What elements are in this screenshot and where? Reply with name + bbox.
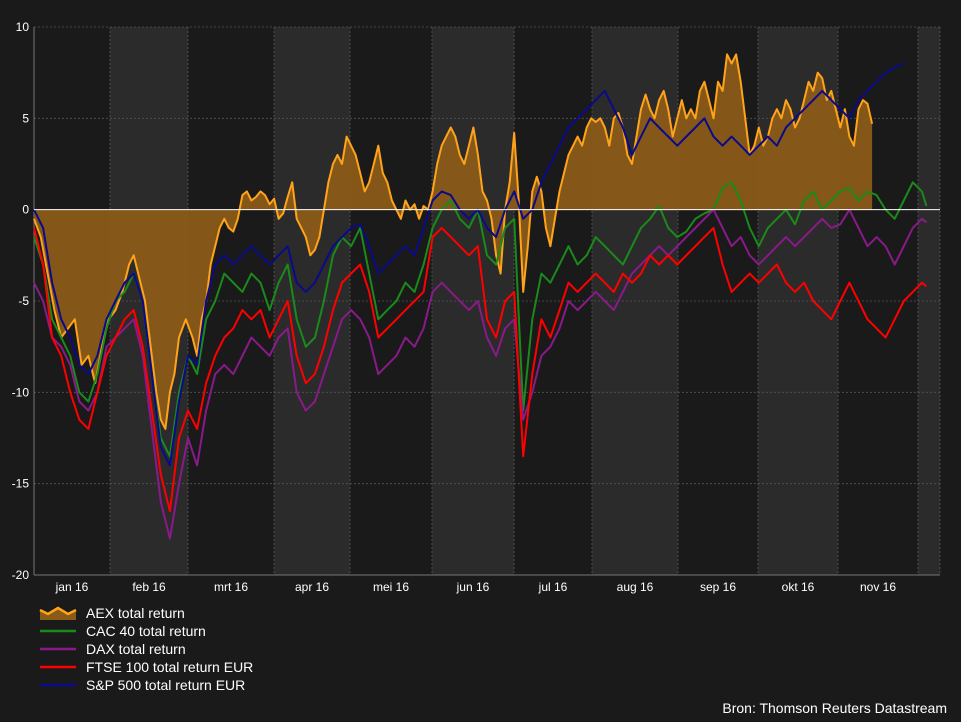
y-tick-label: -15 xyxy=(12,477,30,491)
legend-label-sp500: S&P 500 total return EUR xyxy=(86,677,246,693)
legend-swatch-ftse100 xyxy=(40,665,76,669)
legend-swatch-aex xyxy=(39,606,77,620)
legend-label-ftse100: FTSE 100 total return EUR xyxy=(86,659,254,675)
x-tick-label: jun 16 xyxy=(456,580,490,594)
legend-item-aex: AEX total return xyxy=(38,604,253,622)
x-tick-label: apr 16 xyxy=(295,580,329,594)
x-tick-label: feb 16 xyxy=(132,580,166,594)
month-band xyxy=(918,27,940,575)
legend-swatch-dax xyxy=(40,647,76,651)
x-tick-label: aug 16 xyxy=(617,580,654,594)
legend-label-aex: AEX total return xyxy=(86,605,185,621)
legend-item-sp500: S&P 500 total return EUR xyxy=(38,676,253,694)
legend-label-dax: DAX total return xyxy=(86,641,186,657)
y-tick-label: -10 xyxy=(12,385,30,399)
x-tick-label: sep 16 xyxy=(700,580,736,594)
x-tick-label: nov 16 xyxy=(860,580,896,594)
x-tick-label: okt 16 xyxy=(782,580,815,594)
y-tick-label: -20 xyxy=(12,568,30,582)
y-tick-label: 0 xyxy=(22,203,29,217)
legend: AEX total return CAC 40 total return DAX… xyxy=(38,604,253,694)
x-tick-label: jul 16 xyxy=(538,580,568,594)
y-tick-label: -5 xyxy=(18,294,29,308)
legend-swatch-sp500 xyxy=(40,683,76,687)
y-tick-label: 10 xyxy=(16,20,30,34)
x-tick-label: mei 16 xyxy=(373,580,409,594)
x-tick-label: mrt 16 xyxy=(214,580,248,594)
source-note: Bron: Thomson Reuters Datastream xyxy=(722,700,947,716)
legend-item-dax: DAX total return xyxy=(38,640,253,658)
legend-item-ftse100: FTSE 100 total return EUR xyxy=(38,658,253,676)
legend-label-cac40: CAC 40 total return xyxy=(86,623,206,639)
x-tick-label: jan 16 xyxy=(55,580,89,594)
month-band xyxy=(432,27,514,575)
y-tick-label: 5 xyxy=(22,111,29,125)
legend-item-cac40: CAC 40 total return xyxy=(38,622,253,640)
legend-swatch-cac40 xyxy=(40,629,76,633)
